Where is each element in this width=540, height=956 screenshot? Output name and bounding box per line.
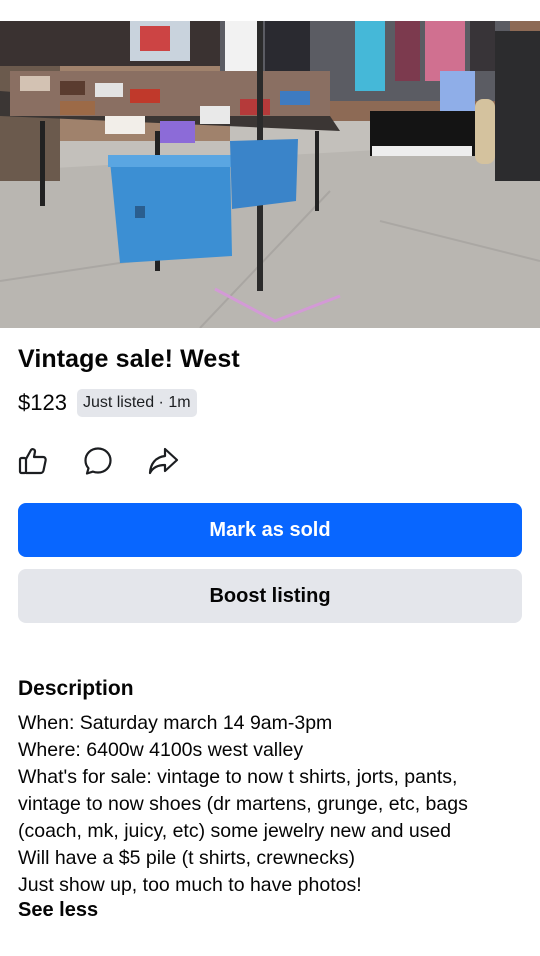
chat-bubble-icon [84,447,112,475]
description-line: Where: 6400w 4100s west valley [18,739,304,761]
description-line: When: Saturday march 14 9am-3pm [18,712,333,734]
description-line: vintage to now shoes (dr martens, grunge… [18,793,468,815]
mark-as-sold-button[interactable]: Mark as sold [18,503,522,557]
message-button[interactable] [81,444,115,478]
listing-price: $123 [18,390,67,415]
price-row: $123 Just listed · 1m [18,388,197,418]
action-row [16,444,211,478]
listed-time-badge: Just listed · 1m [76,389,197,417]
boost-listing-button[interactable]: Boost listing [18,569,522,623]
description-line: What's for sale: vintage to now t shirts… [18,766,458,788]
description-heading: Description [18,677,134,700]
share-arrow-icon [148,447,179,475]
see-less-link[interactable]: See less [18,899,98,922]
listing-photo[interactable] [0,21,540,328]
like-button[interactable] [16,444,50,478]
share-button[interactable] [146,444,180,478]
description-line: (coach, mk, juicy, etc) some jewelry new… [18,820,452,842]
listing-title: Vintage sale! West [18,345,240,373]
description-line: Will have a $5 pile (t shirts, crewnecks… [18,847,356,869]
thumbs-up-icon [18,448,47,475]
description-line: Just show up, too much to have photos! [18,874,362,896]
description-text: When: Saturday march 14 9am-3pm Where: 6… [18,710,528,899]
